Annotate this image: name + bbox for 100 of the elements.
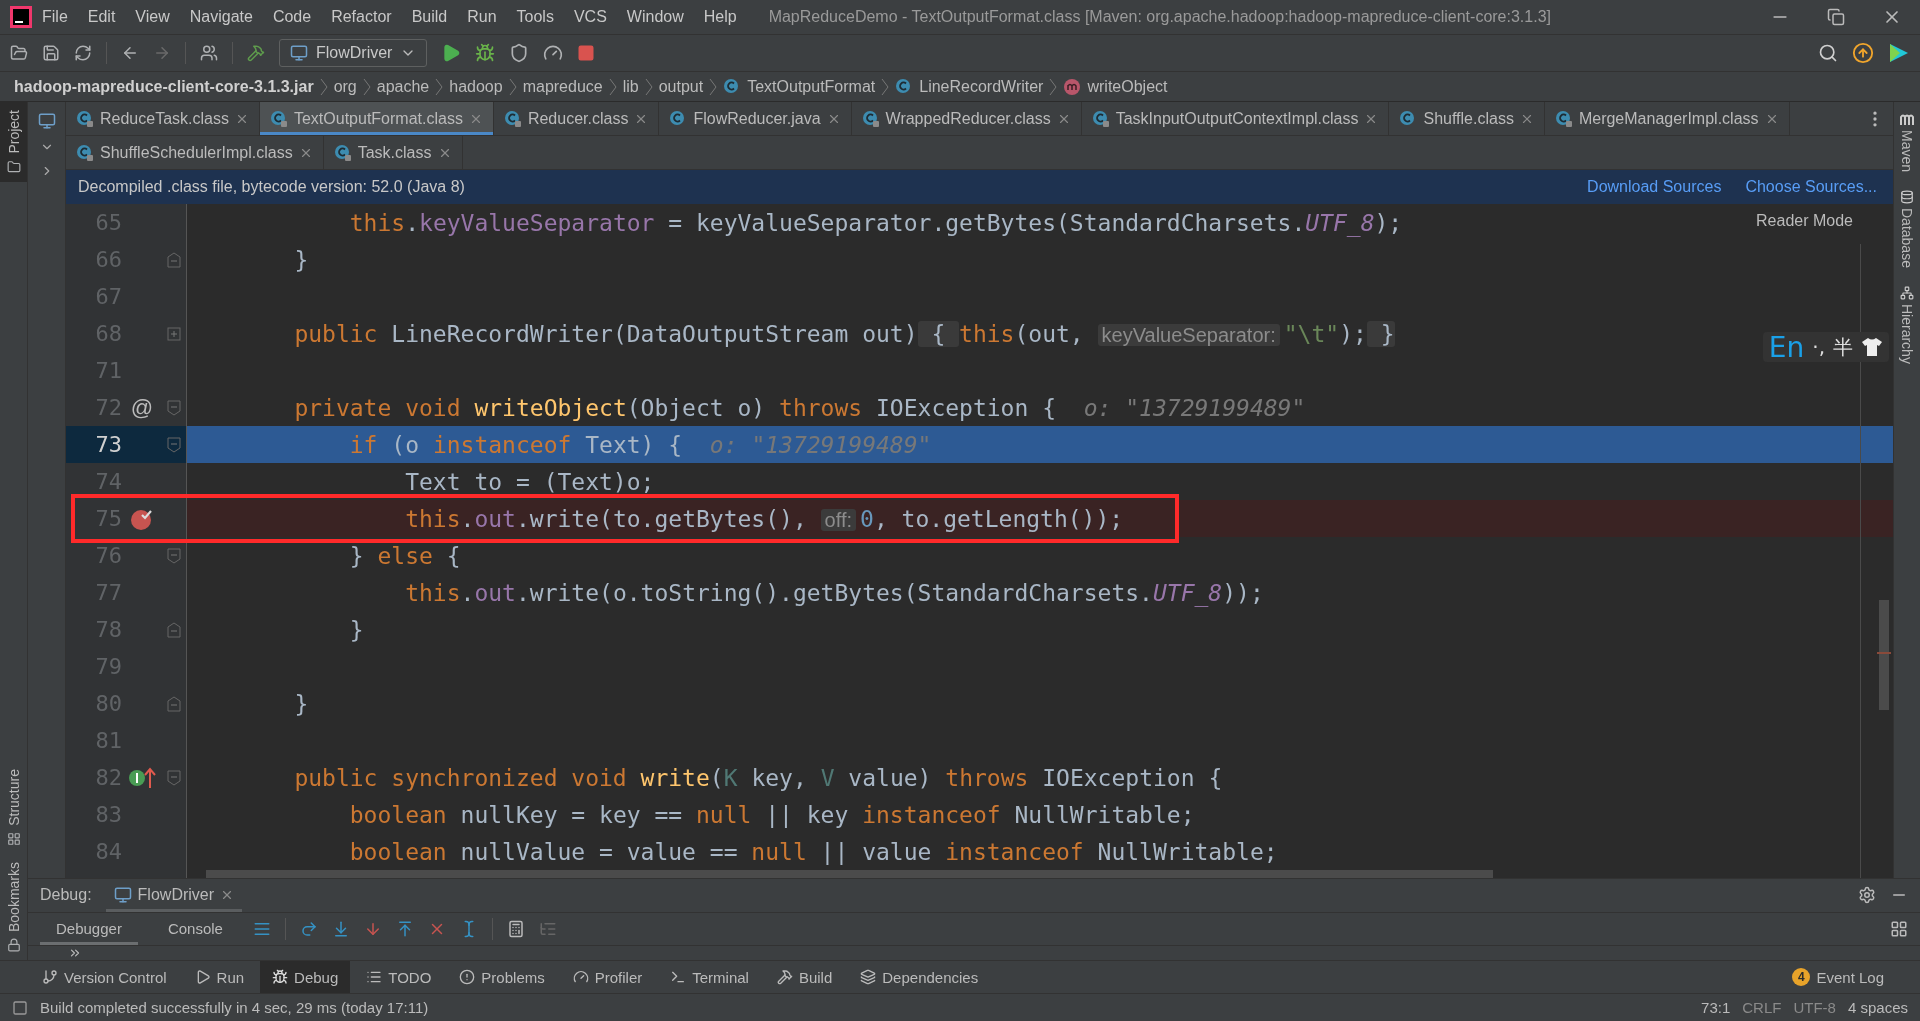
scrollbar-thumb[interactable] [1879,600,1889,710]
restore-icon[interactable] [1827,8,1845,26]
ime-label[interactable]: ·, [1812,335,1825,359]
implements-icon[interactable] [128,765,156,790]
breadcrumb[interactable]: org [333,77,357,96]
run-configuration-dropdown[interactable]: FlowDriver [279,39,428,67]
tool-window-button[interactable]: Profiler [560,960,655,994]
tool-window-button[interactable]: TODO [354,960,444,994]
debugger-tab[interactable]: Console [151,912,239,945]
menu-item[interactable]: Edit [77,8,126,26]
status-icon[interactable] [12,999,28,1016]
event-log-button[interactable]: 4 Event Log [1786,967,1890,987]
status-item[interactable]: CRLF [1742,999,1782,1016]
coverage-icon[interactable] [509,43,530,63]
step-over-icon[interactable] [299,919,318,938]
search-icon[interactable] [1818,43,1838,63]
file-tab[interactable]: FlowReducer.java [659,102,852,135]
file-tab[interactable]: TaskInputOutputContextImpl.class [1081,102,1390,135]
ime-toolbar[interactable]: En ·, 半 [1762,332,1889,362]
fold-end-icon[interactable] [167,621,181,638]
file-tab[interactable]: Reducer.class [493,102,660,135]
tool-window-label[interactable]: Bookmarks [5,861,22,932]
gutter-marker[interactable]: @ [130,394,154,421]
menu-item[interactable]: Tools [506,8,564,26]
menu-item[interactable]: Run [457,8,507,26]
open-folder-icon[interactable] [10,44,28,62]
tool-window-button[interactable]: Terminal [658,960,761,994]
status-item[interactable]: 4 spaces [1847,999,1908,1016]
breadcrumb[interactable]: hadoop-mapreduce-client-core-3.1.3.jar [14,77,314,96]
breadcrumb[interactable]: lib [622,77,639,96]
tool-window-button[interactable]: Run [182,960,257,994]
breadcrumb[interactable]: LineRecordWriter [895,77,1044,96]
file-tab[interactable]: MergeManagerImpl.class [1544,102,1790,135]
forward-icon[interactable] [153,44,171,62]
expand-icon[interactable] [68,946,82,960]
breadcrumb[interactable]: TextOutputFormat [723,77,876,96]
menu-item[interactable]: VCS [563,8,617,26]
breadcrumb[interactable]: mapreduce [522,77,603,96]
tool-window-button[interactable]: Problems [447,960,557,994]
menu-item[interactable]: Help [693,8,747,26]
menu-item[interactable]: Refactor [321,8,402,26]
tool-window-label[interactable]: Hierarchy [1899,303,1915,364]
tool-window-label[interactable]: Maven [1899,130,1915,173]
breadcrumb[interactable]: writeObject [1063,77,1168,96]
banner-link[interactable]: Download Sources [1587,178,1722,196]
fold-icon[interactable] [167,436,181,453]
shirt-icon[interactable] [1861,337,1883,357]
run-icon[interactable] [441,43,462,63]
fold-icon[interactable] [167,769,181,786]
breadcrumb[interactable]: apache [376,77,430,96]
tool-window-button[interactable]: Dependencies [848,960,991,994]
update-icon[interactable] [1852,42,1874,64]
breadcrumb[interactable]: hadoop [449,77,503,96]
sync-icon[interactable] [74,44,92,62]
ime-label[interactable]: En [1768,330,1805,364]
stop-icon[interactable] [577,44,596,62]
panel-icon[interactable] [37,112,56,130]
file-tab[interactable]: ShuffleSchedulerImpl.class [66,136,324,169]
status-item[interactable]: UTF-8 [1793,999,1836,1016]
debugger-tab[interactable]: Debugger [40,912,138,945]
file-tab[interactable]: ReduceTask.class [66,102,260,135]
file-tab[interactable]: WrappedReducer.class [851,102,1082,135]
fold-icon[interactable] [167,547,181,564]
expand-fold-icon[interactable] [167,326,181,341]
debug-icon[interactable] [475,43,496,63]
profiler-icon[interactable] [543,43,564,63]
debug-session-tab[interactable]: FlowDriver [105,879,243,912]
fold-icon[interactable] [167,399,181,416]
banner-link[interactable]: Choose Sources... [1745,178,1877,196]
menu-item[interactable]: Code [262,8,322,26]
layout-icon[interactable] [1890,919,1908,938]
structure-icon[interactable] [6,831,21,846]
menu-item[interactable]: Navigate [179,8,263,26]
menu-item[interactable]: View [125,8,180,26]
menu-item[interactable]: Window [616,8,694,26]
back-icon[interactable] [121,44,139,62]
user-icon[interactable] [200,44,218,62]
tool-window-button[interactable]: Build [764,960,845,994]
file-tab[interactable]: TextOutputFormat.class [259,102,494,135]
tool-window-button[interactable]: Version Control [30,960,179,994]
tool-window-label[interactable]: Database [1899,208,1915,268]
breadcrumb[interactable]: output [658,77,704,96]
save-icon[interactable] [42,44,60,62]
file-tab[interactable]: Task.class [323,136,463,169]
settings-icon[interactable] [1858,886,1876,905]
fold-end-icon[interactable] [167,695,181,712]
fold-end-icon[interactable] [167,251,181,268]
toolbox-logo[interactable] [1888,42,1910,64]
reader-mode-button[interactable]: Reader Mode [1756,212,1853,230]
menu-item[interactable]: Build [401,8,458,26]
tool-window-label[interactable]: Structure [5,769,22,826]
hammer-icon[interactable] [247,44,265,62]
tool-window-button[interactable]: Debug [260,960,351,994]
file-tab[interactable]: Shuffle.class [1389,102,1545,135]
horizontal-scrollbar[interactable] [206,870,1493,878]
status-item[interactable]: 73:1 [1701,999,1731,1016]
menu-item[interactable]: File [32,8,78,26]
evaluate-icon[interactable] [506,919,525,938]
folder-icon[interactable] [6,159,21,174]
ime-label[interactable]: 半 [1833,333,1853,361]
